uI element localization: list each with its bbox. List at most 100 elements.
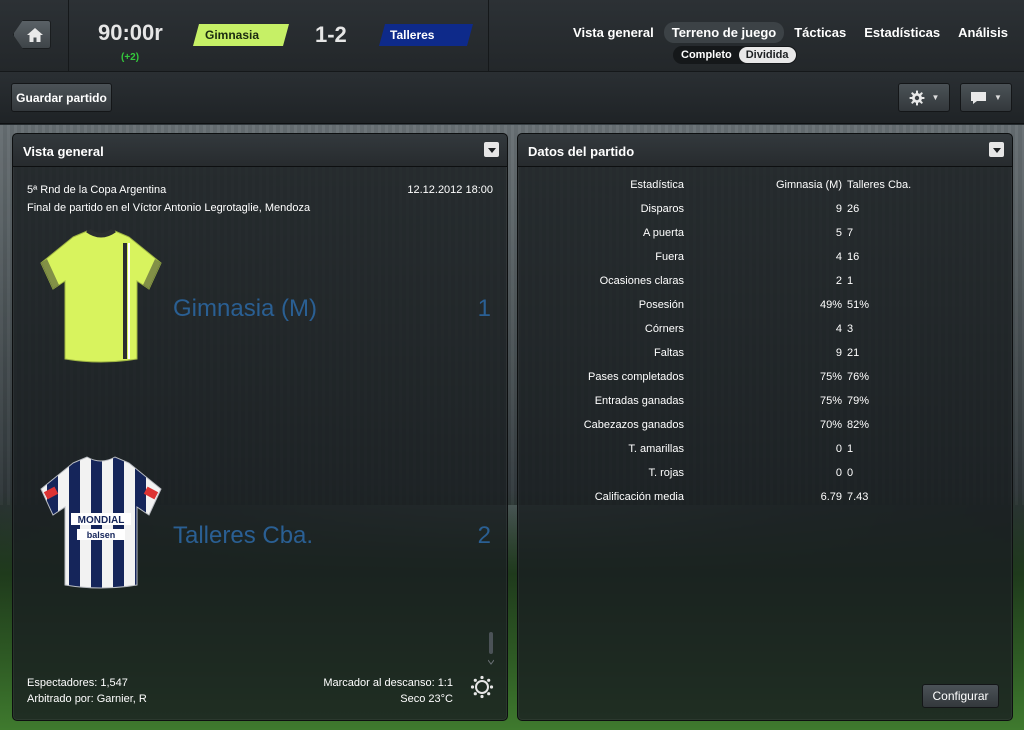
home-button[interactable] <box>13 20 51 49</box>
stats-table: Estadística Gimnasia (M) Talleres Cba. D… <box>518 177 1014 513</box>
stat-away-value: 1 <box>847 275 854 287</box>
stat-away-value: 21 <box>847 347 860 359</box>
match-stats-panel: Datos del partido Estadística Gimnasia (… <box>517 133 1013 721</box>
stat-away-value: 16 <box>847 251 860 263</box>
gear-icon <box>909 90 925 105</box>
tab-vista-general[interactable]: Vista general <box>565 22 662 43</box>
stat-label: Córners <box>644 323 684 335</box>
stat-home-value: 70% <box>819 419 842 431</box>
stat-away-value: 79% <box>847 395 870 407</box>
stat-home-value: 5 <box>835 227 842 239</box>
stat-label: T. amarillas <box>628 443 684 455</box>
sun-weather-icon <box>470 675 494 699</box>
panel-title: Vista general <box>23 144 104 159</box>
stat-label: Entradas ganadas <box>594 395 684 407</box>
stats-header-label: Estadística <box>630 179 684 191</box>
scoreline: 1-2 <box>315 22 347 47</box>
scoreboard: 90:00r (+2) Gimnasia (M) 1-2 Talleres Cb… <box>69 0 489 72</box>
stat-label: Cabezazos ganados <box>583 419 684 431</box>
stat-away-value: 82% <box>847 419 870 431</box>
stat-home-value: 49% <box>819 299 842 311</box>
comments-menu-button[interactable]: ▼ <box>960 83 1012 112</box>
stat-home-value: 4 <box>835 323 842 335</box>
stat-away-value: 26 <box>847 203 860 215</box>
away-kit-icon: MONDIAL balsen <box>40 456 162 589</box>
home-team-badge[interactable]: Gimnasia (M) <box>193 24 289 46</box>
stat-label: Posesión <box>638 299 684 311</box>
stats-header-home: Gimnasia (M) <box>775 179 842 191</box>
stat-row: T. amarillas 0 1 <box>518 441 1014 465</box>
stat-label: Fuera <box>655 251 684 263</box>
stat-row: Pases completados 75% 76% <box>518 369 1014 393</box>
away-kit-sponsor-bottom: balsen <box>87 530 116 540</box>
tab-analisis[interactable]: Análisis <box>950 22 1016 43</box>
save-match-button[interactable]: Guardar partido <box>11 83 112 112</box>
match-facts-left: Espectadores: 1,547 Arbitrado por: Garni… <box>27 675 147 707</box>
stat-row: T. rojas 0 0 <box>518 465 1014 489</box>
match-facts-right: Marcador al descanso: 1:1 Seco 23°C <box>323 675 453 707</box>
stats-header-away: Talleres Cba. <box>847 179 912 191</box>
subtab-completo[interactable]: Completo <box>674 47 739 63</box>
stat-away-value: 76% <box>847 371 870 383</box>
stats-panel-header: Datos del partido <box>518 134 1012 167</box>
stat-row: Faltas 9 21 <box>518 345 1014 369</box>
panel-title: Datos del partido <box>528 144 635 159</box>
stat-label: T. rojas <box>648 467 684 479</box>
panel-menu-button[interactable] <box>484 142 499 157</box>
stat-away-value: 1 <box>847 443 854 455</box>
subtab-dividida[interactable]: Dividida <box>738 47 796 63</box>
stats-header-row: Estadística Gimnasia (M) Talleres Cba. <box>518 177 1014 201</box>
match-clock: 90:00r <box>98 20 163 45</box>
home-cell <box>0 0 69 72</box>
stat-row: A puerta 5 7 <box>518 225 1014 249</box>
stat-away-value: 7.43 <box>847 491 869 503</box>
away-team-name[interactable]: Talleres Cba. <box>173 522 313 550</box>
overview-panel-header: Vista general <box>13 134 507 167</box>
scroll-down-icon[interactable] <box>488 632 494 666</box>
overview-panel: Vista general 5ª Rnd de la Copa Argentin… <box>12 133 508 721</box>
match-datetime: 12.12.2012 18:00 <box>407 184 493 196</box>
chevron-down-icon: ▼ <box>931 93 940 102</box>
attendance-label: Espectadores: 1,547 <box>27 677 128 689</box>
stat-home-value: 0 <box>835 467 842 479</box>
stat-row: Cabezazos ganados 70% 82% <box>518 417 1014 441</box>
stat-away-value: 7 <box>847 227 854 239</box>
stat-away-value: 51% <box>847 299 870 311</box>
tab-estadisticas[interactable]: Estadísticas <box>856 22 948 43</box>
stat-away-value: 0 <box>847 467 854 479</box>
home-team-goals: 1 <box>477 295 491 322</box>
away-team-goals: 2 <box>477 522 491 549</box>
home-kit-icon <box>40 229 162 363</box>
away-team-badge[interactable]: Talleres Cba. <box>379 24 473 46</box>
stat-row: Fuera 4 16 <box>518 249 1014 273</box>
weather-label: Seco 23°C <box>400 693 453 705</box>
tab-tacticas[interactable]: Tácticas <box>786 22 854 43</box>
stat-row: Entradas ganadas 75% 79% <box>518 393 1014 417</box>
stat-home-value: 6.79 <box>820 491 842 503</box>
chat-bubble-icon <box>971 91 987 104</box>
toolbar: Guardar partido ▼ ▼ <box>0 72 1024 124</box>
stat-home-value: 75% <box>819 371 842 383</box>
stat-row: Córners 4 3 <box>518 321 1014 345</box>
halftime-score-label: Marcador al descanso: 1:1 <box>323 677 453 689</box>
stat-label: Pases completados <box>588 371 684 383</box>
stat-label: Ocasiones claras <box>599 275 684 287</box>
view-mode-toggle: Completo Dividida <box>673 46 797 64</box>
stat-label: Disparos <box>640 203 684 215</box>
panel-menu-button[interactable] <box>989 142 1004 157</box>
tab-terreno-de-juego[interactable]: Terreno de juego <box>663 22 785 43</box>
main-nav-tabs: Vista general Terreno de juego Tácticas … <box>563 22 1016 43</box>
settings-menu-button[interactable]: ▼ <box>898 83 950 112</box>
stat-home-value: 2 <box>835 275 842 287</box>
stat-row: Ocasiones claras 2 1 <box>518 273 1014 297</box>
stat-row: Calificación media 6.79 7.43 <box>518 489 1014 513</box>
configure-button[interactable]: Configurar <box>922 684 999 708</box>
venue-label: Final de partido en el Víctor Antonio Le… <box>27 202 311 214</box>
away-kit-sponsor-top: MONDIAL <box>78 515 125 526</box>
match-header: 90:00r (+2) Gimnasia (M) 1-2 Talleres Cb… <box>0 0 1024 72</box>
stat-row: Disparos 9 26 <box>518 201 1014 225</box>
stat-label: A puerta <box>643 227 684 239</box>
home-team-name[interactable]: Gimnasia (M) <box>173 295 317 323</box>
stat-label: Calificación media <box>594 491 684 503</box>
stat-row: Posesión 49% 51% <box>518 297 1014 321</box>
